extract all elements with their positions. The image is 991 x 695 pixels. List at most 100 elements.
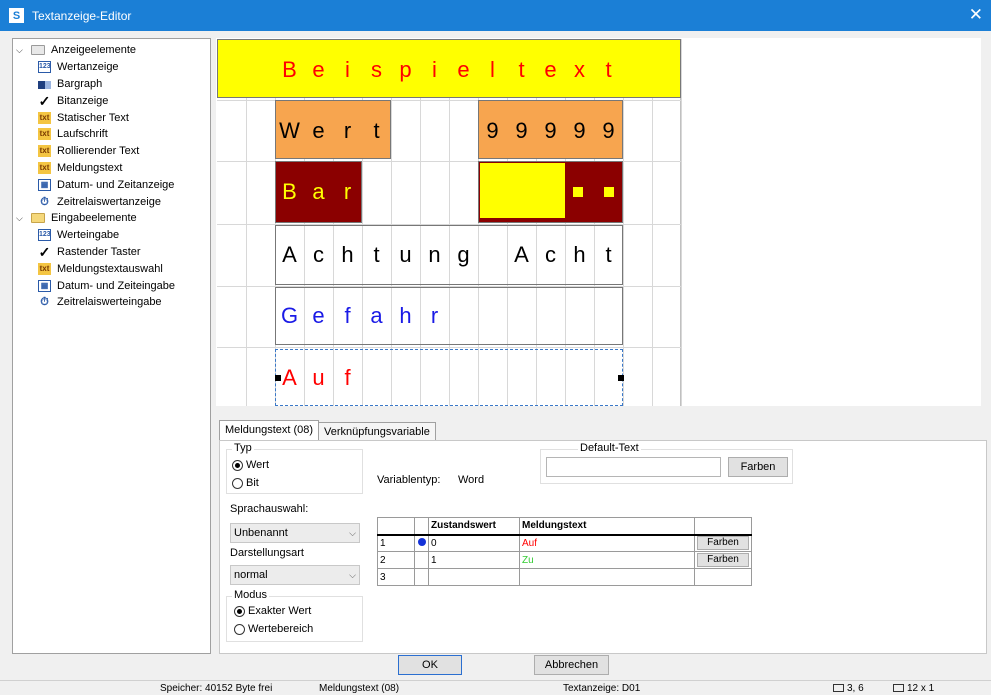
radio-wertebereich[interactable]: Wertebereich	[234, 623, 313, 635]
row-number[interactable]: 3	[377, 568, 415, 586]
value-table[interactable]: Zustandswert Meldungstext 1 0 Auf Farben…	[377, 517, 752, 586]
radio-wert[interactable]: Wert	[232, 459, 269, 471]
tree-item-meldungstextauswahl[interactable]: txt Meldungstextauswahl	[13, 260, 210, 277]
default-text-label: Default-Text	[578, 442, 641, 454]
table-row[interactable]: 1 0 Auf Farben	[377, 534, 752, 552]
status-element: Meldungstext (08)	[319, 683, 400, 694]
radio-dot[interactable]	[234, 623, 245, 635]
tab-verknuepfungsvariable[interactable]: Verknüpfungsvariable	[318, 422, 436, 440]
display-preview[interactable]: Beispieltext Wert 99999 Bar Achtung Acht…	[216, 38, 981, 406]
zustandswert-cell[interactable]: 0	[428, 534, 520, 552]
chevron-down-icon[interactable]: ⌵	[16, 213, 26, 224]
tree-group-eingabeelemente[interactable]: ⌵ Eingabeelemente	[13, 210, 210, 227]
tree-item-meldungstext[interactable]: txt Meldungstext	[13, 160, 210, 177]
row-farben-button[interactable]: Farben	[697, 553, 749, 567]
close-icon[interactable]: ✕	[969, 5, 983, 25]
bargraph-fill	[480, 163, 565, 218]
resize-handle-right[interactable]	[618, 375, 624, 381]
default-farben-button[interactable]: Farben	[728, 457, 788, 477]
radio-exakter-wert[interactable]: Exakter Wert	[234, 605, 311, 617]
tree-item-label: Bargraph	[57, 77, 103, 90]
darstellungsart-select[interactable]: normal ⌵	[230, 565, 360, 585]
window-title: Textanzeige-Editor	[32, 8, 132, 23]
display-char: e	[457, 56, 470, 82]
tab-meldungstext[interactable]: Meldungstext (08)	[219, 420, 320, 440]
tree-item-label: Rastender Taster	[57, 245, 141, 258]
zustandswert-cell[interactable]	[428, 568, 520, 586]
display-char: u	[312, 364, 325, 390]
display-char: e	[312, 56, 325, 82]
tree-group-anzeigeelemente[interactable]: ⌵ Anzeigeelemente	[13, 42, 210, 59]
modus-group	[226, 596, 363, 642]
chevron-down-icon[interactable]: ⌵	[16, 45, 26, 56]
darstellungsart-value: normal	[234, 569, 268, 581]
ok-button[interactable]: OK	[398, 655, 462, 675]
meldungstext-cell[interactable]: Auf	[519, 534, 695, 552]
tree-item-werteingabe[interactable]: 123 Werteingabe	[13, 227, 210, 244]
radio-bit[interactable]: Bit	[232, 477, 259, 489]
darstellungsart-label: Darstellungsart	[230, 547, 304, 559]
column-header-meldungstext[interactable]: Meldungstext	[519, 517, 695, 536]
display-char: 9	[515, 117, 528, 143]
display-char: f	[344, 364, 351, 390]
tree-item-datum-zeiteingabe[interactable]: ▦ Datum- und Zeiteingabe	[13, 277, 210, 294]
radio-dot[interactable]	[232, 459, 243, 471]
default-text-input[interactable]	[546, 457, 721, 477]
row-number[interactable]: 2	[377, 551, 415, 569]
display-char: W	[279, 117, 300, 143]
table-row[interactable]: 2 1 Zu Farben	[377, 551, 752, 569]
radio-dot[interactable]	[234, 605, 245, 617]
tree-item-wertanzeige[interactable]: 123 Wertanzeige	[13, 59, 210, 76]
display-char: 9	[486, 117, 499, 143]
zustandswert-cell[interactable]: 1	[428, 551, 520, 569]
sprachauswahl-select[interactable]: Unbenannt ⌵	[230, 523, 360, 543]
tree-item-zeitrelaiswerteingabe[interactable]: ⏱ Zeitrelaiswerteingabe	[13, 294, 210, 311]
tree-item-bitanzeige[interactable]: ✓ Bitanzeige	[13, 92, 210, 109]
sprachauswahl-value: Unbenannt	[234, 527, 288, 539]
radio-dot[interactable]	[232, 477, 243, 489]
column-header-farben	[694, 517, 752, 536]
tree-group-label: Eingabeelemente	[51, 212, 137, 225]
display-char: e	[312, 303, 325, 328]
meldungstext-cell[interactable]	[519, 568, 695, 586]
display-char: u	[399, 242, 412, 267]
column-header-mark	[414, 517, 429, 536]
display-char: a	[312, 179, 325, 204]
tab-strip: Meldungstext (08) Verknüpfungsvariable	[219, 420, 436, 440]
size-value: 12 x 1	[907, 683, 935, 694]
folder-icon	[31, 213, 45, 224]
display-char: e	[544, 56, 557, 82]
display-char: h	[341, 242, 354, 267]
row-farben-button[interactable]: Farben	[697, 536, 749, 551]
element-tree[interactable]: ⌵ Anzeigeelemente 123 Wertanzeige Bargra…	[12, 38, 211, 654]
status-size: 12 x 1	[893, 683, 934, 694]
display-grid[interactable]: Beispieltext Wert 99999 Bar Achtung Acht…	[217, 39, 682, 406]
tree-item-laufschrift[interactable]: txt Laufschrift	[13, 126, 210, 143]
tree-item-bargraph[interactable]: Bargraph	[13, 76, 210, 93]
display-char: B	[282, 179, 297, 204]
text-row-beispieltext: Beispieltext	[275, 39, 623, 100]
display-char: t	[373, 117, 380, 143]
chevron-down-icon: ⌵	[349, 527, 356, 538]
app-icon: S	[9, 8, 24, 23]
table-row[interactable]: 3	[377, 568, 752, 586]
cancel-button[interactable]: Abbrechen	[534, 655, 609, 675]
tree-item-zeitrelaiswertanzeige[interactable]: ⏱ Zeitrelaiswertanzeige	[13, 193, 210, 210]
row-number[interactable]: 1	[377, 534, 415, 552]
column-header-zustandswert[interactable]: Zustandswert	[428, 517, 520, 536]
meldungstext-cell[interactable]: Zu	[519, 551, 695, 569]
row-selected-marker	[414, 568, 429, 586]
tree-item-label: Zeitrelaiswertanzeige	[57, 195, 161, 208]
tree-item-rollierender-text[interactable]: txt Rollierender Text	[13, 143, 210, 160]
text-row-gefahr: Gefahr	[275, 287, 449, 345]
tree-item-datum-zeitanzeige[interactable]: ▦ Datum- und Zeitanzeige	[13, 176, 210, 193]
text-row-bar: Bar	[275, 161, 362, 223]
row-selected-marker	[414, 534, 429, 552]
display-char: t	[605, 242, 612, 267]
modus-label: Modus	[232, 589, 270, 601]
tree-item-statischer-text[interactable]: txt Statischer Text	[13, 109, 210, 126]
chevron-down-icon: ⌵	[349, 569, 356, 580]
tree-item-rastender-taster[interactable]: ✓ Rastender Taster	[13, 244, 210, 261]
txt-rolling-icon: txt	[38, 145, 51, 158]
display-char: t	[605, 56, 612, 82]
